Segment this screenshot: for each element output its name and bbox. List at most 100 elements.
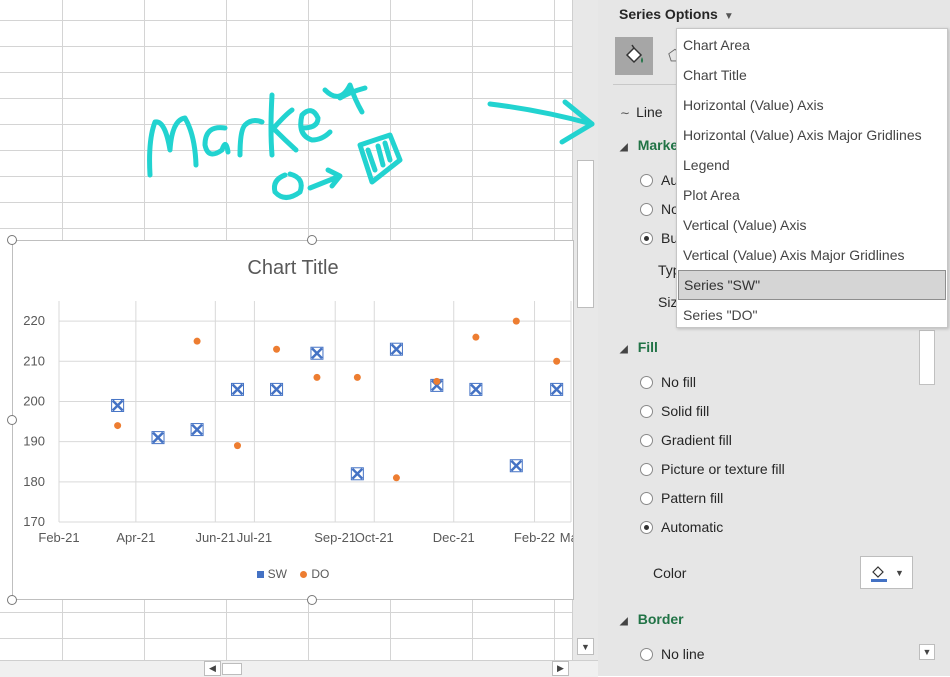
pane-scroll-thumb[interactable] xyxy=(919,330,935,385)
x-tick-label: Oct-21 xyxy=(355,530,394,545)
y-tick-label: 210 xyxy=(23,353,45,368)
scroll-down-button[interactable]: ▼ xyxy=(577,638,594,655)
fill-option-solid-fill[interactable]: Solid fill xyxy=(640,403,709,419)
chart-legend[interactable]: SW DO xyxy=(13,567,573,581)
dropdown-item[interactable]: Plot Area xyxy=(678,180,946,210)
fill-line-tab[interactable] xyxy=(615,37,653,75)
data-point-do xyxy=(233,442,241,450)
radio-button[interactable] xyxy=(640,375,653,389)
vertical-scroll-thumb[interactable] xyxy=(577,160,594,308)
data-point-sw xyxy=(509,459,523,473)
resize-handle-left[interactable] xyxy=(7,415,17,425)
data-point-do xyxy=(392,474,400,482)
fill-option-label: Pattern fill xyxy=(661,490,724,506)
dropdown-item[interactable]: Chart Area xyxy=(678,30,946,60)
chart-area[interactable]: Chart Title 170 180 190 200 210 220 Feb-21 Apr-… xyxy=(12,240,574,600)
marker-section-header[interactable]: ◢ Marker xyxy=(620,137,684,153)
radio-button[interactable] xyxy=(640,404,653,418)
data-point-sw xyxy=(350,467,364,481)
dropdown-item[interactable]: Horizontal (Value) Axis Major Gridlines xyxy=(678,120,946,150)
y-tick-label: 200 xyxy=(23,393,45,408)
series-options-label: Series Options xyxy=(619,6,718,22)
data-point-do xyxy=(273,345,281,353)
dropdown-item[interactable]: Horizontal (Value) Axis xyxy=(678,90,946,120)
data-point-sw xyxy=(550,382,564,396)
collapse-triangle-icon: ◢ xyxy=(620,344,628,355)
radio-button-selected[interactable] xyxy=(640,520,653,534)
legend-label-do: DO xyxy=(311,567,330,581)
x-tick-label: Jul-21 xyxy=(237,530,272,545)
fill-option-label: Picture or texture fill xyxy=(661,461,785,477)
radio-button[interactable] xyxy=(640,173,653,187)
line-section-header[interactable]: ∼ Line xyxy=(620,104,663,120)
radio-button[interactable] xyxy=(640,202,653,216)
resize-handle-top[interactable] xyxy=(307,235,317,245)
x-tick-label: Feb-21 xyxy=(38,530,79,545)
data-point-sw xyxy=(469,382,483,396)
data-point-do xyxy=(433,377,441,385)
radio-button[interactable] xyxy=(640,462,653,476)
x-tick-label: Sep-21 xyxy=(314,530,356,545)
y-tick-label: 190 xyxy=(23,434,45,449)
horizontal-scrollbar[interactable]: ◀ ▶ xyxy=(0,660,598,677)
fill-option-pattern-fill[interactable]: Pattern fill xyxy=(640,490,723,506)
dropdown-item[interactable]: Series "DO" xyxy=(678,300,946,330)
fill-option-gradient-fill[interactable]: Gradient fill xyxy=(640,432,732,448)
fill-section-header[interactable]: ◢ Fill xyxy=(620,339,658,355)
radio-button[interactable] xyxy=(640,491,653,505)
dropdown-item[interactable]: Vertical (Value) Axis xyxy=(678,210,946,240)
radio-button-selected[interactable] xyxy=(640,231,653,245)
data-point-sw xyxy=(310,346,324,360)
chart-elements-dropdown-list[interactable]: Chart Area Chart Title Horizontal (Value) … xyxy=(676,28,948,328)
fill-color-picker[interactable]: ▼ xyxy=(860,556,913,589)
dropdown-item[interactable]: Series "SW" xyxy=(678,270,946,300)
chevron-down-icon: ▼ xyxy=(723,11,734,22)
data-point-sw xyxy=(270,382,284,396)
data-point-do xyxy=(114,422,122,430)
scroll-left-button[interactable]: ◀ xyxy=(204,661,221,676)
plot-area[interactable]: 170 180 190 200 210 220 Feb-21 Apr-21 Jun-21 Jul-… xyxy=(13,241,573,599)
data-point-do xyxy=(313,373,321,381)
fill-option-no-fill[interactable]: No fill xyxy=(640,374,696,390)
line-label: Line xyxy=(636,104,663,120)
border-section-header[interactable]: ◢ Border xyxy=(620,611,684,627)
legend-label-sw: SW xyxy=(267,567,287,581)
grid-line xyxy=(0,46,572,47)
x-tick-label: Feb-22 xyxy=(514,530,555,545)
radio-button[interactable] xyxy=(640,647,653,661)
grid-line xyxy=(0,20,572,21)
border-option-no-line[interactable]: No line xyxy=(640,646,705,662)
collapse-triangle-icon: ◢ xyxy=(620,142,628,153)
collapse-triangle-icon: ◢ xyxy=(620,616,628,627)
data-point-sw xyxy=(389,342,403,356)
pane-scrollbar[interactable]: ▼ xyxy=(918,330,936,660)
chevron-down-icon: ▼ xyxy=(895,567,904,578)
x-tick-label: Mar xyxy=(560,530,573,545)
fill-section-label: Fill xyxy=(637,339,658,355)
data-point-do xyxy=(353,373,361,381)
dropdown-item[interactable]: Chart Title xyxy=(678,60,946,90)
x-tick-label: Dec-21 xyxy=(433,530,475,545)
horizontal-scroll-thumb[interactable] xyxy=(222,663,242,675)
grid-line xyxy=(0,638,572,639)
fill-option-automatic[interactable]: Automatic xyxy=(640,519,723,535)
data-point-do xyxy=(553,357,561,365)
resize-handle-top-left[interactable] xyxy=(7,235,17,245)
data-point-do xyxy=(472,333,480,341)
vertical-scrollbar[interactable]: ▼ xyxy=(572,0,599,660)
resize-handle-bottom[interactable] xyxy=(307,595,317,605)
color-label: Color xyxy=(653,565,687,581)
pane-scroll-down-button[interactable]: ▼ xyxy=(919,644,935,660)
x-tick-label: Apr-21 xyxy=(116,530,155,545)
data-point-do xyxy=(512,317,520,325)
series-options-dropdown[interactable]: Series Options ▼ xyxy=(619,6,734,22)
legend-marker-do xyxy=(300,571,308,579)
fill-option-label: Gradient fill xyxy=(661,432,732,448)
fill-option-picture-texture[interactable]: Picture or texture fill xyxy=(640,461,785,477)
resize-handle-bottom-left[interactable] xyxy=(7,595,17,605)
dropdown-item[interactable]: Vertical (Value) Axis Major Gridlines xyxy=(678,240,946,270)
radio-button[interactable] xyxy=(640,433,653,447)
dropdown-item[interactable]: Legend xyxy=(678,150,946,180)
scroll-right-button[interactable]: ▶ xyxy=(552,661,569,676)
paint-bucket-icon xyxy=(625,44,643,64)
